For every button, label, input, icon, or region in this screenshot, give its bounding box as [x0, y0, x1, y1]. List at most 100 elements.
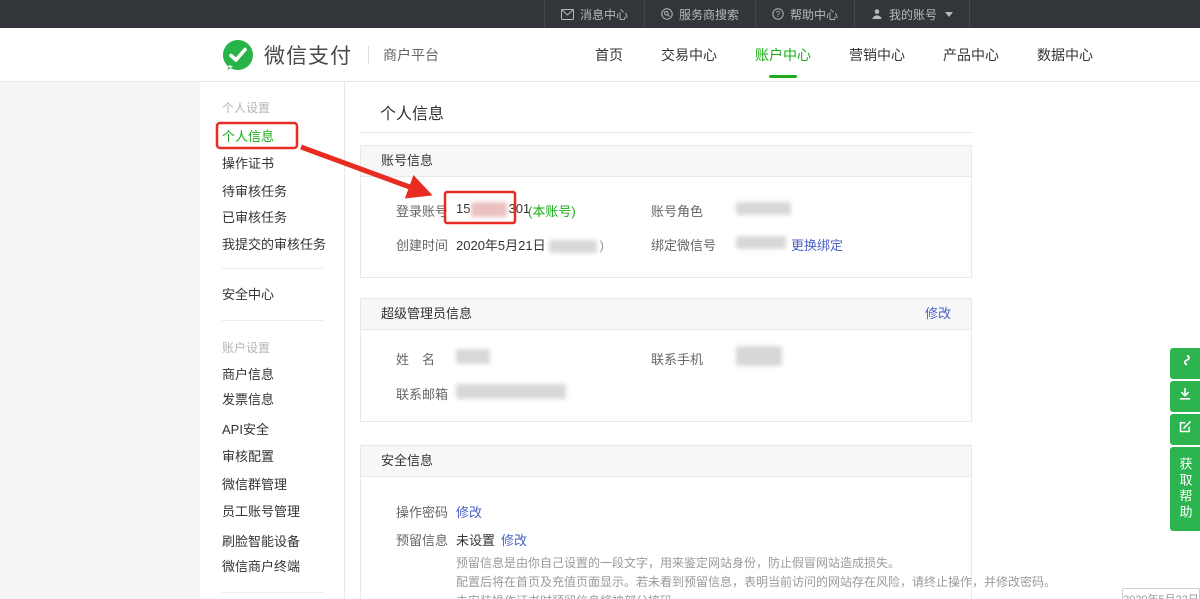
- nav-tab-account-center[interactable]: 账户中心: [755, 45, 811, 65]
- site-header: 微信支付 商户平台 首页 交易中心 账户中心 营销中心 产品中心 数据中心: [0, 28, 1200, 82]
- sidebar-item-wechat-group-management[interactable]: 微信群管理: [222, 478, 287, 492]
- search-icon: [661, 8, 673, 20]
- reserved-info-modify-link[interactable]: 修改: [501, 530, 527, 549]
- title-divider: [360, 132, 972, 133]
- floating-toolbar: 获取帮助: [1170, 348, 1200, 533]
- change-binding-link[interactable]: 更换绑定: [791, 235, 843, 254]
- sidebar-item-staff-account-management[interactable]: 员工账号管理: [222, 505, 300, 519]
- svg-text:?: ?: [776, 10, 781, 19]
- admin-phone-label: 联系手机: [651, 349, 703, 368]
- download-icon: [1177, 386, 1193, 407]
- topbar-item-label: 帮助中心: [790, 6, 838, 23]
- created-time-value: 2020年5月21日): [456, 235, 604, 254]
- get-help-button[interactable]: 获取帮助: [1170, 447, 1200, 531]
- link-icon: [1177, 353, 1193, 374]
- login-account-label: 登录账号: [396, 201, 448, 220]
- sidebar-divider: [222, 268, 323, 269]
- reserved-info-description: 预留信息是由你自己设置的一段文字，用来鉴定网站身份，防止假冒网站造成损失。 配置…: [456, 554, 1056, 599]
- sidebar: 个人设置 个人信息 操作证书 待审核任务 已审核任务 我提交的审核任务 安全中心…: [200, 82, 345, 599]
- account-info-section: 账号信息 登录账号 15301 (本账号) 账号角色 创建时间 2020年5月2…: [360, 145, 972, 278]
- left-gutter: [0, 82, 200, 599]
- admin-modify-link[interactable]: 修改: [925, 299, 951, 329]
- nav-tab-label: 账户中心: [755, 47, 811, 63]
- active-tab-underline: [769, 75, 797, 78]
- login-account-value: 15301: [456, 201, 530, 217]
- sidebar-item-merchant-info[interactable]: 商户信息: [222, 368, 274, 382]
- security-info-header: 安全信息: [361, 446, 971, 477]
- reserved-info-label: 预留信息: [396, 530, 448, 549]
- topbar-item-label: 消息中心: [580, 6, 628, 23]
- topbar-sp-search[interactable]: 服务商搜索: [644, 0, 755, 28]
- date-tooltip: 2020年5月22日: [1122, 588, 1200, 599]
- topbar-item-label: 我的账号: [889, 6, 937, 23]
- section-title: 安全信息: [381, 446, 433, 476]
- account-info-header: 账号信息: [361, 146, 971, 177]
- portal-name: 商户平台: [383, 45, 439, 65]
- reserved-info-status: 未设置: [456, 530, 495, 549]
- user-icon: [871, 8, 883, 20]
- topbar-help-center[interactable]: ? 帮助中心: [755, 0, 854, 28]
- redacted-login-account-middle: [471, 202, 507, 217]
- login-account-prefix: 15: [456, 201, 470, 216]
- help-icon: ?: [772, 8, 784, 20]
- nav-tab-transaction-center[interactable]: 交易中心: [661, 45, 717, 65]
- topbar-my-account[interactable]: 我的账号: [854, 0, 970, 28]
- description-line: 未安装操作证书时预留信息将被部分掩码。: [456, 592, 1056, 599]
- redacted-account-role: [736, 202, 791, 215]
- nav-tab-data-center[interactable]: 数据中心: [1037, 45, 1093, 65]
- redacted-created-time: [549, 240, 597, 253]
- caret-down-icon: [945, 12, 953, 17]
- section-title: 账号信息: [381, 146, 433, 176]
- page-body: 个人设置 个人信息 操作证书 待审核任务 已审核任务 我提交的审核任务 安全中心…: [0, 82, 1200, 599]
- section-title: 超级管理员信息: [381, 299, 472, 329]
- sidebar-item-wechat-merchant-terminal[interactable]: 微信商户终端: [222, 560, 300, 574]
- redacted-admin-name: [456, 349, 490, 364]
- op-password-modify-link[interactable]: 修改: [456, 502, 482, 521]
- brand-area: 微信支付 商户平台: [222, 39, 439, 71]
- sidebar-divider: [222, 320, 323, 321]
- download-button[interactable]: [1170, 381, 1200, 412]
- sidebar-item-review-config[interactable]: 审核配置: [222, 450, 274, 464]
- wechat-pay-logo-icon: [222, 39, 254, 71]
- page-title: 个人信息: [380, 100, 444, 124]
- topbar-message-center[interactable]: 消息中心: [544, 0, 644, 28]
- description-line: 配置后将在首页及充值页面显示。若未看到预留信息，表明当前访问的网站存在风险，请终…: [456, 573, 1056, 592]
- main-nav: 首页 交易中心 账户中心 营销中心 产品中心 数据中心: [595, 28, 1093, 82]
- topbar-item-label: 服务商搜索: [679, 6, 739, 23]
- sidebar-item-security-center[interactable]: 安全中心: [222, 288, 274, 302]
- created-time-text: 2020年5月21日: [456, 238, 546, 253]
- feedback-button[interactable]: [1170, 414, 1200, 445]
- sidebar-item-face-smart-device[interactable]: 刷脸智能设备: [222, 535, 300, 549]
- account-role-label: 账号角色: [651, 201, 703, 220]
- sidebar-section-account-settings: 账户设置: [222, 341, 270, 355]
- sidebar-item-personal-info[interactable]: 个人信息: [222, 130, 274, 144]
- bound-wechat-label: 绑定微信号: [651, 235, 716, 254]
- link-icon-button[interactable]: [1170, 348, 1200, 379]
- sidebar-item-reviewed-tasks[interactable]: 已审核任务: [222, 211, 287, 225]
- sidebar-item-api-security[interactable]: API安全: [222, 423, 269, 437]
- sidebar-item-my-submitted-review-tasks[interactable]: 我提交的审核任务: [222, 238, 326, 252]
- edit-icon: [1177, 419, 1193, 440]
- nav-tab-product-center[interactable]: 产品中心: [943, 45, 999, 65]
- nav-tab-marketing-center[interactable]: 营销中心: [849, 45, 905, 65]
- brand-name: 微信支付: [264, 40, 352, 70]
- sidebar-section-personal-settings: 个人设置: [222, 101, 270, 115]
- nav-tab-home[interactable]: 首页: [595, 45, 623, 65]
- sidebar-divider: [222, 592, 323, 593]
- security-info-section: 安全信息 操作密码 修改 预留信息 未设置 修改 预留信息是由你自己设置的一段文…: [360, 445, 972, 599]
- admin-name-label: 姓 名: [396, 349, 435, 368]
- admin-email-label: 联系邮箱: [396, 384, 448, 403]
- current-account-tag: (本账号): [528, 201, 576, 220]
- description-line: 预留信息是由你自己设置的一段文字，用来鉴定网站身份，防止假冒网站造成损失。: [456, 554, 1056, 573]
- redacted-admin-phone: [736, 346, 782, 366]
- sidebar-item-operation-certificate[interactable]: 操作证书: [222, 157, 274, 171]
- created-time-label: 创建时间: [396, 235, 448, 254]
- admin-info-section: 超级管理员信息 修改 姓 名 联系手机 联系邮箱: [360, 298, 972, 422]
- sidebar-item-pending-review-tasks[interactable]: 待审核任务: [222, 185, 287, 199]
- redacted-admin-email: [456, 384, 566, 399]
- sidebar-item-invoice-info[interactable]: 发票信息: [222, 393, 274, 407]
- get-help-label: 获取帮助: [1176, 457, 1195, 521]
- brand-separator: [368, 46, 369, 64]
- op-password-label: 操作密码: [396, 502, 448, 521]
- created-time-tail: ): [600, 238, 604, 253]
